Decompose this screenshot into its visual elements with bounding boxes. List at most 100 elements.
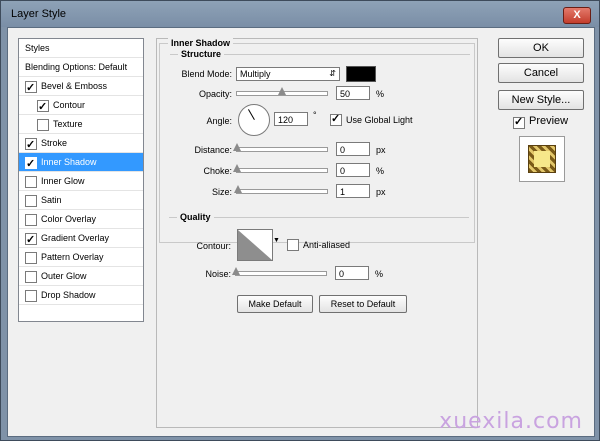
- noise-slider[interactable]: [232, 267, 327, 276]
- reset-to-default-button[interactable]: Reset to Default: [319, 295, 407, 313]
- style-item-checkbox[interactable]: [25, 176, 37, 188]
- style-item-checkbox[interactable]: [25, 290, 37, 302]
- angle-dial-needle: [248, 109, 255, 120]
- use-global-light-label: Use Global Light: [346, 115, 413, 125]
- style-item-label: Drop Shadow: [41, 290, 96, 300]
- angle-dial[interactable]: [238, 104, 270, 136]
- make-default-button[interactable]: Make Default: [237, 295, 313, 313]
- size-label: Size:: [211, 187, 232, 197]
- style-item-outer-glow[interactable]: Outer Glow: [19, 267, 143, 286]
- style-item-checkbox[interactable]: [25, 155, 37, 174]
- size-slider[interactable]: [234, 185, 328, 194]
- use-global-light-checkbox[interactable]: [330, 112, 342, 126]
- linear-contour-icon: [238, 230, 272, 260]
- size-slider-thumb[interactable]: [234, 185, 242, 193]
- noise-slider-thumb[interactable]: [232, 267, 240, 275]
- inner-shadow-panel: Inner Shadow Structure Blend Mode: Multi…: [156, 38, 478, 428]
- style-item-label: Inner Glow: [41, 176, 85, 186]
- new-style-button[interactable]: New Style...: [498, 90, 584, 110]
- dialog-client-area: Styles Blending Options: Default Bevel & E…: [7, 27, 595, 437]
- style-item-inner-glow[interactable]: Inner Glow: [19, 172, 143, 191]
- style-item-label: Contour: [53, 100, 86, 110]
- style-item-label: Stroke: [41, 138, 68, 148]
- layer-style-dialog: Layer Style X Styles Blending Options: De…: [0, 0, 600, 441]
- angle-unit: °: [313, 110, 317, 120]
- style-item-bevel-emboss[interactable]: Bevel & Emboss: [19, 77, 143, 98]
- style-item-checkbox[interactable]: [25, 214, 37, 226]
- noise-label: Noise:: [205, 269, 231, 279]
- style-item-label: Blending Options: Default: [25, 62, 128, 72]
- quality-title: Quality: [177, 212, 214, 222]
- opacity-slider[interactable]: [236, 87, 328, 96]
- style-item-label: Bevel & Emboss: [41, 81, 108, 91]
- style-item-satin[interactable]: Satin: [19, 191, 143, 210]
- ok-button[interactable]: OK: [498, 38, 584, 58]
- opacity-unit: %: [376, 89, 385, 99]
- structure-title: Structure: [178, 49, 225, 59]
- watermark: xuexila.com: [439, 409, 583, 434]
- style-item-stroke[interactable]: Stroke: [19, 134, 143, 155]
- style-item-texture[interactable]: Texture: [19, 115, 143, 134]
- style-item-drop-shadow[interactable]: Drop Shadow: [19, 286, 143, 305]
- choke-input[interactable]: 0: [336, 163, 370, 177]
- styles-list: Styles Blending Options: Default Bevel & E…: [18, 38, 144, 322]
- style-item-checkbox[interactable]: [25, 231, 37, 250]
- style-item-checkbox[interactable]: [25, 136, 37, 155]
- style-item-label: Texture: [53, 119, 83, 129]
- preview-checkbox[interactable]: [513, 115, 525, 129]
- window-title: Layer Style: [11, 8, 67, 20]
- style-item-checkbox[interactable]: [37, 119, 49, 131]
- style-item-label: Inner Shadow: [41, 157, 97, 167]
- style-item-label: Satin: [41, 195, 62, 205]
- choke-slider-thumb[interactable]: [233, 164, 241, 172]
- choke-slider[interactable]: [233, 164, 328, 173]
- style-item-contour[interactable]: Contour: [19, 96, 143, 117]
- style-item-styles[interactable]: Styles: [19, 39, 143, 58]
- preview-swatch: [528, 145, 556, 173]
- style-item-label: Outer Glow: [41, 271, 87, 281]
- distance-slider[interactable]: [233, 143, 328, 152]
- cancel-button[interactable]: Cancel: [498, 63, 584, 83]
- style-item-blending-options-default[interactable]: Blending Options: Default: [19, 58, 143, 77]
- style-item-checkbox[interactable]: [25, 271, 37, 283]
- select-arrows-icon: ⇵: [329, 69, 336, 78]
- noise-input[interactable]: 0: [335, 266, 369, 280]
- size-unit: px: [376, 187, 386, 197]
- quality-group: Quality: [169, 212, 469, 298]
- style-item-checkbox[interactable]: [25, 195, 37, 207]
- shadow-color-swatch[interactable]: [346, 66, 376, 82]
- contour-dropdown-arrow-icon[interactable]: ▼: [273, 237, 280, 244]
- anti-aliased-label: Anti-aliased: [303, 240, 351, 250]
- preview-label: Preview: [529, 115, 569, 127]
- style-preview-thumbnail: [519, 136, 565, 182]
- style-item-pattern-overlay[interactable]: Pattern Overlay: [19, 248, 143, 267]
- title-bar[interactable]: Layer Style X: [1, 1, 599, 27]
- distance-label: Distance:: [194, 145, 232, 155]
- style-item-inner-shadow[interactable]: Inner Shadow: [19, 153, 143, 174]
- contour-picker[interactable]: [237, 229, 273, 261]
- style-item-label: Styles: [25, 43, 50, 53]
- style-item-label: Color Overlay: [41, 214, 97, 224]
- distance-input[interactable]: 0: [336, 142, 370, 156]
- style-item-checkbox[interactable]: [37, 98, 49, 117]
- style-item-checkbox[interactable]: [25, 252, 37, 264]
- anti-aliased-checkbox[interactable]: [287, 239, 299, 251]
- blend-mode-label: Blend Mode:: [181, 69, 232, 79]
- opacity-slider-thumb[interactable]: [278, 87, 286, 95]
- opacity-label: Opacity:: [198, 89, 232, 99]
- angle-label: Angle:: [206, 116, 232, 126]
- choke-unit: %: [376, 166, 385, 176]
- inner-shadow-title: Inner Shadow: [168, 38, 234, 48]
- blend-mode-select[interactable]: Multiply ⇵: [236, 67, 340, 81]
- opacity-input[interactable]: 50: [336, 86, 370, 100]
- style-item-gradient-overlay[interactable]: Gradient Overlay: [19, 229, 143, 250]
- style-item-label: Gradient Overlay: [41, 233, 110, 243]
- style-item-color-overlay[interactable]: Color Overlay: [19, 210, 143, 229]
- angle-input[interactable]: 120: [274, 112, 308, 126]
- close-button[interactable]: X: [563, 7, 591, 24]
- blend-mode-value: Multiply: [240, 69, 271, 79]
- style-item-checkbox[interactable]: [25, 79, 37, 98]
- distance-slider-thumb[interactable]: [233, 143, 241, 151]
- choke-label: Choke:: [203, 166, 232, 176]
- size-input[interactable]: 1: [336, 184, 370, 198]
